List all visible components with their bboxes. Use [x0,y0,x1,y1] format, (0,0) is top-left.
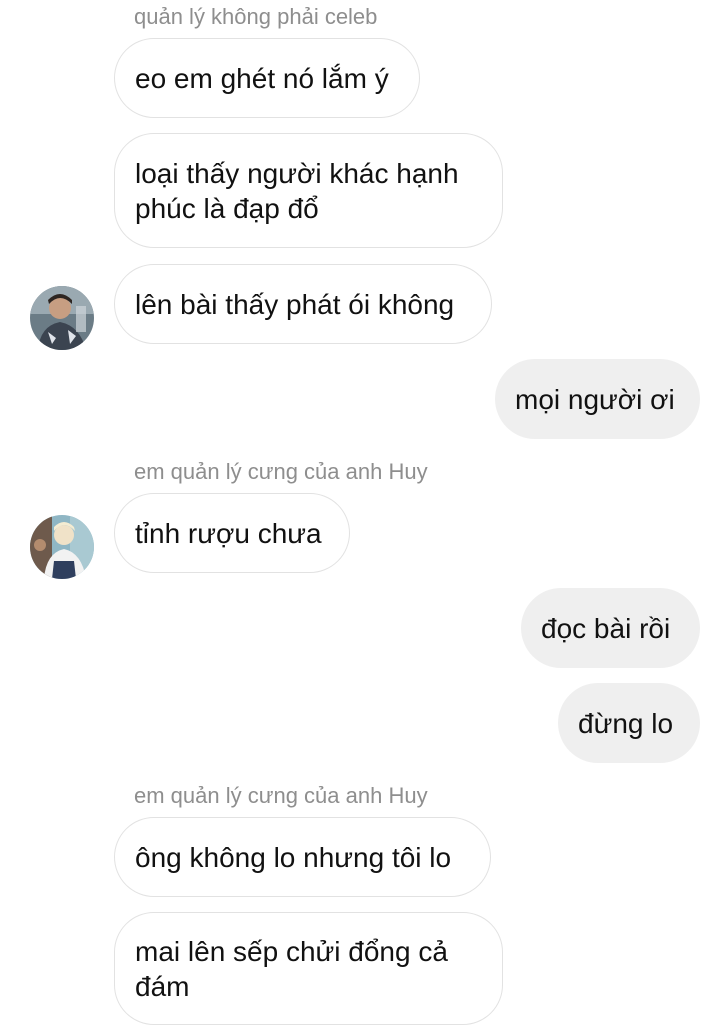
message-text: tỉnh rượu chưa [135,517,322,549]
outgoing-message-bubble[interactable]: đọc bài rồi [521,588,700,668]
incoming-message-bubble[interactable]: tỉnh rượu chưa [114,493,350,573]
avatar-image [30,286,94,350]
message-text: lên bài thấy phát ói không [135,288,455,320]
incoming-message-bubble[interactable]: ông không lo nhưng tôi lo [114,817,491,897]
incoming-message-bubble[interactable]: eo em ghét nó lắm ý [114,38,420,118]
sender-avatar[interactable] [30,515,94,579]
incoming-message-bubble[interactable]: mai lên sếp chửi đổng cả đám [114,912,503,1025]
incoming-message-bubble[interactable]: lên bài thấy phát ói không [114,264,492,344]
sender-name: quản lý không phải celeb [134,4,378,29]
message-text: đọc bài rồi [541,612,671,644]
sender-avatar[interactable] [30,286,94,350]
message-text: loại thấy người khác hạnh phúc là đạp đổ [135,157,459,224]
message-text: ông không lo nhưng tôi lo [135,841,452,873]
incoming-message-bubble[interactable]: loại thấy người khác hạnh phúc là đạp đổ [114,133,503,248]
sender-name: em quản lý cưng của anh Huy [134,783,428,808]
message-text: mọi người ơi [515,383,675,415]
outgoing-message-bubble[interactable]: mọi người ơi [495,359,700,439]
message-text: eo em ghét nó lắm ý [135,62,389,94]
message-text: đừng lo [578,707,674,739]
outgoing-message-bubble[interactable]: đừng lo [558,683,700,763]
message-text: mai lên sếp chửi đổng cả đám [135,935,448,1002]
sender-name: em quản lý cưng của anh Huy [134,459,428,484]
avatar-image [30,515,94,579]
